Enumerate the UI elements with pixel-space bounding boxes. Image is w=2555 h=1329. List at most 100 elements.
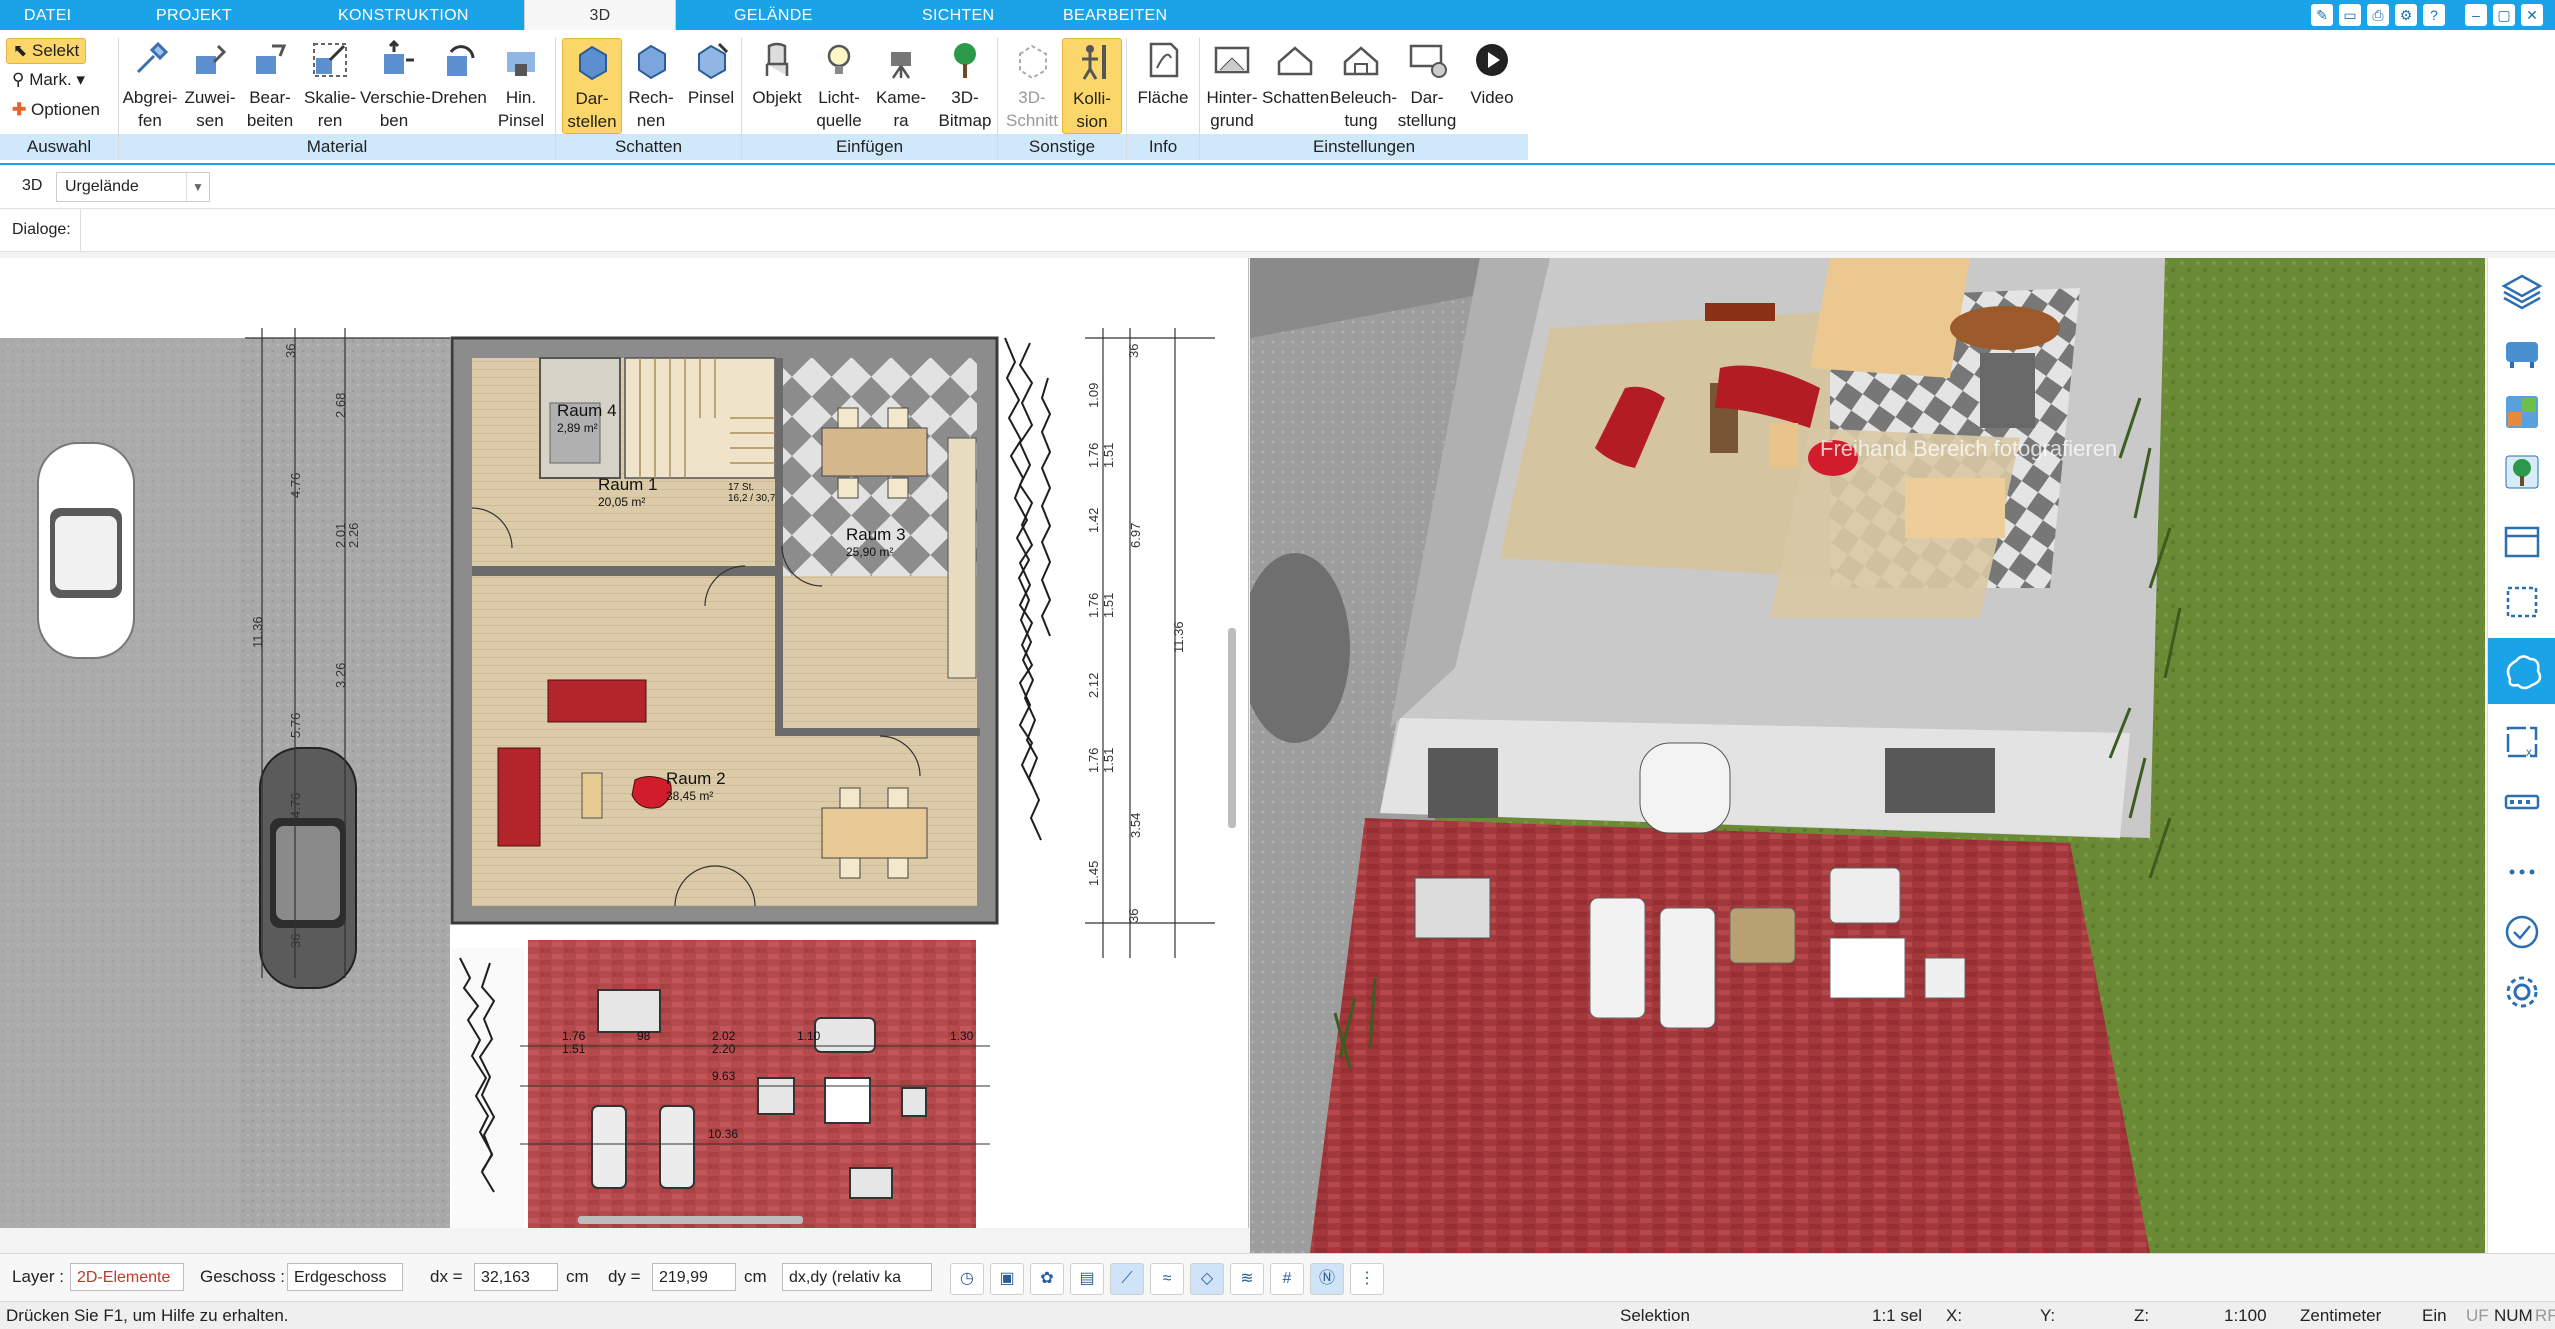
room-name: Raum 1 xyxy=(598,475,658,494)
dim-label: 1.76 xyxy=(1086,443,1101,468)
z-coordinate: Z: xyxy=(2134,1306,2150,1325)
info-button-0[interactable]: Fläche xyxy=(1132,38,1194,132)
tools-icon[interactable]: ✎ xyxy=(2311,4,2333,26)
clock-icon[interactable]: ◷ xyxy=(950,1263,984,1295)
tab-projekt[interactable]: PROJEKT xyxy=(156,0,232,30)
material-button-2[interactable]: Bear- beiten xyxy=(240,38,300,132)
schatten-button-2[interactable]: Pinsel xyxy=(682,38,740,132)
freehand-photo-button[interactable] xyxy=(2488,638,2555,704)
window-icon[interactable]: ▭ xyxy=(2339,4,2361,26)
minimize-icon[interactable]: – xyxy=(2465,4,2487,26)
kitchen-counter[interactable] xyxy=(947,437,977,679)
mark-icon: ⚲ xyxy=(12,70,25,89)
furniture-catalog-icon[interactable] xyxy=(2500,330,2544,374)
material-button-0[interactable]: Abgrei- fen xyxy=(120,38,180,132)
3d-view-canvas[interactable] xyxy=(1250,258,2485,1253)
help-icon[interactable]: ? xyxy=(2423,4,2445,26)
dim-label: 36 xyxy=(288,934,303,948)
layer-select[interactable]: 2D-Elemente xyxy=(70,1263,184,1291)
einfuegen-button-0[interactable]: Objekt xyxy=(748,38,806,132)
toolbar-icon[interactable] xyxy=(2500,780,2544,824)
layers-icon[interactable] xyxy=(2500,270,2544,314)
num-status: NUM xyxy=(2494,1306,2533,1325)
ein-status: Ein xyxy=(2422,1306,2447,1325)
car-top[interactable] xyxy=(37,442,135,659)
schatten-button-label: Dar- stellen xyxy=(567,89,617,131)
material-button-5[interactable]: Drehen xyxy=(428,38,490,132)
material-button-4[interactable]: Verschie- ben xyxy=(360,38,431,132)
car-bottom[interactable] xyxy=(259,747,357,989)
einfuegen-button-2[interactable]: Kame- ra xyxy=(872,38,930,132)
horizontal-scrollbar[interactable] xyxy=(578,1216,803,1224)
material-button-6[interactable]: Hin. Pinsel xyxy=(490,38,552,132)
more-icon[interactable] xyxy=(2500,850,2544,894)
3d-view[interactable]: Freihand Bereich fotografieren xyxy=(1250,258,2485,1253)
schatten-button-1[interactable]: Rech- nen xyxy=(622,38,680,132)
dim-label: 1.42 xyxy=(1086,508,1101,533)
snap-icon[interactable]: ≈ xyxy=(1150,1263,1184,1295)
einstellungen-button-4[interactable]: Video xyxy=(1462,38,1522,132)
selekt-button[interactable]: ⬉ Selekt xyxy=(6,38,87,64)
rotate-icon xyxy=(447,45,475,76)
mark-button[interactable]: ⚲ Mark. ▾ xyxy=(6,68,85,92)
vertical-scrollbar[interactable] xyxy=(1228,628,1236,828)
select-area-icon[interactable] xyxy=(2500,580,2544,624)
floor-plan-view[interactable]: 36 2.68 4.76 2.01 2.26 3.26 11.36 4.76 5… xyxy=(0,258,1249,1228)
more-vertical-icon[interactable]: ⋮ xyxy=(1350,1263,1384,1295)
dy-input[interactable]: 219,99 xyxy=(652,1263,736,1291)
material-button-1[interactable]: Zuwei- sen xyxy=(180,38,240,132)
grid-icon[interactable]: # xyxy=(1270,1263,1304,1295)
material-button-label: Hin. Pinsel xyxy=(497,88,545,130)
schatten-button-0[interactable]: Dar- stellen xyxy=(562,38,622,134)
area-icon xyxy=(1149,42,1179,78)
plants-catalog-icon[interactable] xyxy=(2500,450,2544,494)
einstellungen-button-2[interactable]: Beleuch- tung xyxy=(1330,38,1397,132)
remove-selection-icon[interactable]: x xyxy=(2500,720,2544,764)
monitor-icon[interactable]: ▣ xyxy=(990,1263,1024,1295)
floor-plan-canvas[interactable]: 36 2.68 4.76 2.01 2.26 3.26 11.36 4.76 5… xyxy=(0,258,1248,1228)
gear-icon[interactable] xyxy=(2500,970,2544,1014)
tab-sichten[interactable]: SICHTEN xyxy=(922,0,994,30)
close-icon[interactable]: ✕ xyxy=(2521,4,2543,26)
check-icon[interactable] xyxy=(2500,910,2544,954)
tab-datei[interactable]: DATEI xyxy=(24,0,71,30)
camera-icon xyxy=(891,52,911,79)
optionen-button[interactable]: ✚ Optionen xyxy=(6,98,100,122)
tab-bearbeiten[interactable]: BEARBEITEN xyxy=(1063,0,1167,30)
dx-input[interactable]: 32,163 xyxy=(474,1263,558,1291)
armchair[interactable] xyxy=(497,747,541,847)
light-icon xyxy=(827,44,851,74)
side-table[interactable] xyxy=(581,772,603,819)
measure-icon[interactable]: ⟋ xyxy=(1110,1263,1144,1295)
einfuegen-button-3[interactable]: 3D- Bitmap xyxy=(936,38,994,132)
materials-icon[interactable] xyxy=(2500,390,2544,434)
dim-label: 4.76 xyxy=(288,473,303,498)
terrain-select[interactable]: Urgelände ▼ xyxy=(56,172,210,202)
settings-icon[interactable]: ⚙ xyxy=(2395,4,2417,26)
einstellungen-button-3[interactable]: Dar- stellung xyxy=(1394,38,1460,132)
chevron-down-icon[interactable]: ▼ xyxy=(186,173,209,201)
sonstige-button-0[interactable]: 3D- Schnitt xyxy=(1004,38,1060,132)
coord-mode-select[interactable]: dx,dy (relativ ka xyxy=(782,1263,932,1291)
einfuegen-button-1[interactable]: Licht- quelle xyxy=(810,38,868,132)
einstellungen-button-0[interactable]: Hinter- grund xyxy=(1202,38,1262,132)
north-icon[interactable]: Ⓝ xyxy=(1310,1263,1344,1295)
material-button-label: Skalie- ren xyxy=(304,88,356,130)
staircase[interactable] xyxy=(624,357,776,479)
window-view-icon[interactable] xyxy=(2500,520,2544,564)
einstellungen-button-1[interactable]: Schatten xyxy=(1262,38,1329,132)
maximize-icon[interactable]: ▢ xyxy=(2493,4,2515,26)
tab-3d[interactable]: 3D xyxy=(524,0,676,32)
material-button-3[interactable]: Skalie- ren xyxy=(300,38,360,132)
sonstige-button-1[interactable]: Kolli- sion xyxy=(1062,38,1122,134)
print-icon[interactable]: ⎙ xyxy=(2367,4,2389,26)
plant-icon[interactable]: ✿ xyxy=(1030,1263,1064,1295)
geschoss-select[interactable]: Erdgeschoss xyxy=(287,1263,403,1291)
sofa[interactable] xyxy=(547,679,647,723)
grid-lines-icon[interactable]: ≋ xyxy=(1230,1263,1264,1295)
tab-gelaende[interactable]: GELÄNDE xyxy=(734,0,813,30)
room-area: 38,45 m² xyxy=(666,789,713,803)
stack-icon[interactable]: ▤ xyxy=(1070,1263,1104,1295)
tab-konstruktion[interactable]: KONSTRUKTION xyxy=(338,0,469,30)
plane-icon[interactable]: ◇ xyxy=(1190,1263,1224,1295)
